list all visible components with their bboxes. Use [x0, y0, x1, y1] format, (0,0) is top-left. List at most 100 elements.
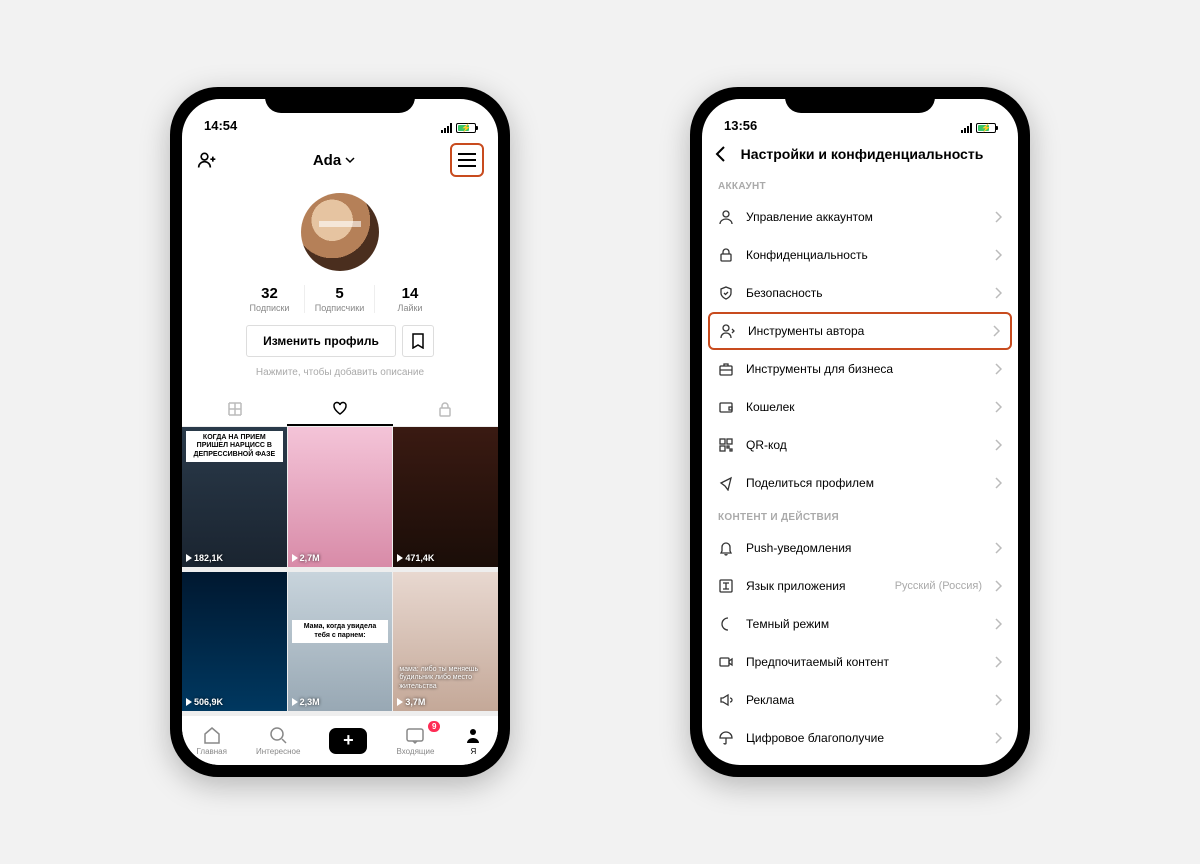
hamburger-highlight [450, 143, 484, 177]
profile-topbar: Ada [182, 137, 498, 183]
share-icon [718, 475, 734, 491]
home-icon [202, 725, 222, 745]
video-tile[interactable]: КОГДА НА ПРИЕМ ПРИШЕЛ НАРЦИСС В ДЕПРЕССИ… [182, 427, 287, 567]
battery-icon: ⚡ [456, 123, 476, 133]
heart-icon [331, 400, 349, 416]
chevron-right-icon [994, 249, 1002, 261]
profile-username[interactable]: Ada [313, 152, 355, 169]
stats-row: 32Подписки 5Подписчики 14Лайки [182, 285, 498, 313]
settings-row[interactable]: Конфиденциальность [702, 236, 1018, 274]
lock-icon [438, 401, 452, 417]
nav-me[interactable]: Я [463, 725, 483, 756]
signal-icon [441, 123, 452, 133]
battery-icon: ⚡ [976, 123, 996, 133]
profile-tabs [182, 392, 498, 427]
chevron-right-icon [994, 542, 1002, 554]
tab-liked[interactable] [287, 392, 392, 426]
row-value: Русский (Россия) [895, 580, 982, 592]
settings-row[interactable]: Предпочитаемый контент [702, 643, 1018, 681]
nav-home[interactable]: Главная [197, 725, 227, 756]
moon-icon [718, 616, 734, 632]
settings-row[interactable]: Цифровое благополучие [702, 719, 1018, 757]
lang-icon [718, 578, 734, 594]
status-icons: ⚡ [961, 123, 996, 133]
status-time: 14:54 [204, 118, 237, 133]
row-label: Кошелек [746, 400, 982, 414]
avatar-wrap [182, 193, 498, 271]
settings-row[interactable]: Кошелек [702, 388, 1018, 426]
stat-likes[interactable]: 14Лайки [375, 285, 445, 313]
play-icon [186, 698, 192, 706]
lock-icon [718, 247, 734, 263]
settings-row[interactable]: Push-уведомления [702, 529, 1018, 567]
settings-list: АККАУНТ Управление аккаунтом Конфиденциа… [702, 171, 1018, 757]
settings-row[interactable]: Инструменты для бизнеса [702, 350, 1018, 388]
video-icon [718, 654, 734, 670]
play-icon [397, 698, 403, 706]
bottom-nav: Главная Интересное + 9 Входящие Я [182, 715, 498, 765]
phone-right: 13:56 ⚡ Настройки и конфиденциальность А… [690, 87, 1030, 777]
bio-hint[interactable]: Нажмите, чтобы добавить описание [182, 367, 498, 378]
chevron-right-icon [994, 618, 1002, 630]
video-tile[interactable]: Мама, когда увидела тебя с парнем:2,3M [288, 572, 393, 712]
nav-inbox[interactable]: 9 Входящие [396, 725, 434, 756]
grid-icon [227, 401, 243, 417]
inbox-icon [405, 725, 425, 745]
settings-row[interactable]: Язык приложения Русский (Россия) [702, 567, 1018, 605]
settings-row[interactable]: Темный режим [702, 605, 1018, 643]
settings-screen: 13:56 ⚡ Настройки и конфиденциальность А… [702, 99, 1018, 765]
user-icon [718, 209, 734, 225]
row-label: Темный режим [746, 617, 982, 631]
chevron-right-icon [992, 325, 1000, 337]
search-icon [268, 725, 288, 745]
settings-row[interactable]: Управление аккаунтом [702, 198, 1018, 236]
video-tile[interactable]: 2,7M [288, 427, 393, 567]
settings-row[interactable]: Поделиться профилем [702, 464, 1018, 502]
section-label: АККАУНТ [702, 171, 1018, 198]
chevron-right-icon [994, 732, 1002, 744]
section-label: КОНТЕНТ И ДЕЙСТВИЯ [702, 502, 1018, 529]
notch [265, 87, 415, 113]
wallet-icon [718, 399, 734, 415]
settings-row[interactable]: Реклама [702, 681, 1018, 719]
video-tile[interactable]: мама: либо ты меняешь будильник либо мес… [393, 572, 498, 712]
settings-title: Настройки и конфиденциальность [718, 146, 1006, 162]
add-user-icon[interactable] [196, 149, 218, 171]
row-label: Язык приложения [746, 579, 883, 593]
nav-create[interactable]: + [329, 728, 367, 754]
tab-private[interactable] [393, 392, 498, 426]
chevron-right-icon [994, 439, 1002, 451]
video-tile[interactable]: 506,9K [182, 572, 287, 712]
row-label: Реклама [746, 693, 982, 707]
nav-discover[interactable]: Интересное [256, 725, 300, 756]
qr-icon [718, 437, 734, 453]
play-icon [397, 554, 403, 562]
row-label: QR-код [746, 438, 982, 452]
signal-icon [961, 123, 972, 133]
settings-row[interactable]: Инструменты автора [710, 314, 1010, 348]
inbox-badge: 9 [428, 721, 440, 732]
chevron-right-icon [994, 694, 1002, 706]
phone-left: 14:54 ⚡ Ada 32Подписки [170, 87, 510, 777]
play-icon [292, 698, 298, 706]
row-label: Инструменты автора [748, 324, 980, 338]
settings-row[interactable]: Безопасность [702, 274, 1018, 312]
hamburger-icon[interactable] [456, 149, 478, 171]
stat-following[interactable]: 32Подписки [235, 285, 305, 313]
ad-icon [718, 692, 734, 708]
notch [785, 87, 935, 113]
settings-row[interactable]: QR-код [702, 426, 1018, 464]
row-label: Безопасность [746, 286, 982, 300]
stat-followers[interactable]: 5Подписчики [305, 285, 375, 313]
row-label: Инструменты для бизнеса [746, 362, 982, 376]
profile-screen: 14:54 ⚡ Ada 32Подписки [182, 99, 498, 765]
edit-profile-button[interactable]: Изменить профиль [246, 325, 396, 357]
creator-icon [720, 323, 736, 339]
row-label: Поделиться профилем [746, 476, 982, 490]
avatar[interactable] [301, 193, 379, 271]
tab-posts[interactable] [182, 392, 287, 426]
bookmark-button[interactable] [402, 325, 434, 357]
video-tile[interactable]: 471,4K [393, 427, 498, 567]
profile-actions: Изменить профиль [182, 325, 498, 357]
chevron-down-icon [345, 155, 355, 165]
